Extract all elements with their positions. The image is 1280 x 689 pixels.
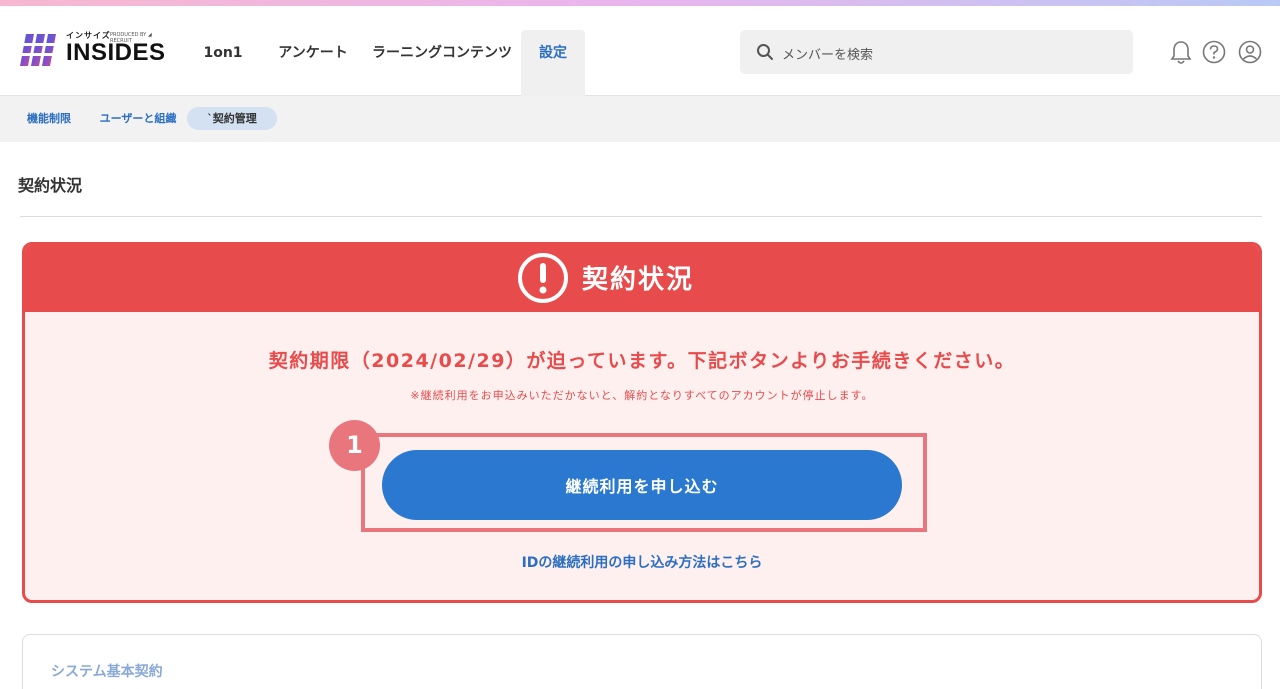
system-contract-title: システム基本契約 bbox=[51, 664, 163, 680]
settings-subnav: 機能制限 ユーザーと組織 `契約管理 bbox=[0, 96, 1280, 142]
page-title: 契約状況 bbox=[18, 176, 83, 195]
help-icon[interactable] bbox=[1202, 40, 1226, 64]
search-placeholder: メンバーを検索 bbox=[782, 48, 874, 63]
subnav-contract-management[interactable]: `契約管理 bbox=[187, 107, 277, 130]
title-divider bbox=[20, 216, 1262, 217]
app-header: インサイズ PRODUCED BY ◢ RECRUIT INSIDES 1on1… bbox=[0, 6, 1280, 96]
step-number-badge: 1 bbox=[329, 420, 380, 471]
alert-title: 契約状況 bbox=[582, 265, 695, 295]
bell-icon[interactable] bbox=[1170, 40, 1192, 66]
nav-learning-contents[interactable]: ラーニングコンテンツ bbox=[366, 30, 518, 96]
nav-survey[interactable]: アンケート bbox=[270, 30, 356, 96]
system-basic-contract-card: システム基本契約 bbox=[22, 634, 1262, 689]
apply-continued-use-button[interactable]: 継続利用を申し込む bbox=[382, 450, 902, 520]
contract-status-alert: 契約状況 契約期限（2024/02/29）が迫っています。下記ボタンよりお手続き… bbox=[22, 242, 1262, 603]
nav-1on1[interactable]: 1on1 bbox=[198, 30, 248, 96]
subnav-users-and-organization[interactable]: ユーザーと組織 bbox=[92, 107, 184, 130]
member-search-input[interactable]: メンバーを検索 bbox=[740, 30, 1133, 74]
how-to-apply-link[interactable]: IDの継続利用の申し込み方法はこちら bbox=[25, 552, 1259, 572]
insides-logo[interactable]: インサイズ PRODUCED BY ◢ RECRUIT INSIDES bbox=[20, 30, 165, 70]
nav-settings[interactable]: 設定 bbox=[521, 30, 585, 96]
suspension-note: ※継続利用をお申込みいただかないと、解約となりすべてのアカウントが停止します。 bbox=[410, 389, 874, 402]
user-account-icon[interactable] bbox=[1238, 40, 1262, 64]
logo-mark-icon bbox=[20, 34, 60, 66]
logo-text: INSIDES bbox=[66, 39, 166, 66]
alert-header: 契約状況 bbox=[25, 245, 1259, 312]
search-icon bbox=[757, 44, 773, 60]
exclamation-icon bbox=[518, 253, 568, 303]
contract-deadline-message: 契約期限（2024/02/29）が迫っています。下記ボタンよりお手続きください。 bbox=[268, 350, 1016, 372]
subnav-feature-restriction[interactable]: 機能制限 bbox=[18, 107, 80, 130]
